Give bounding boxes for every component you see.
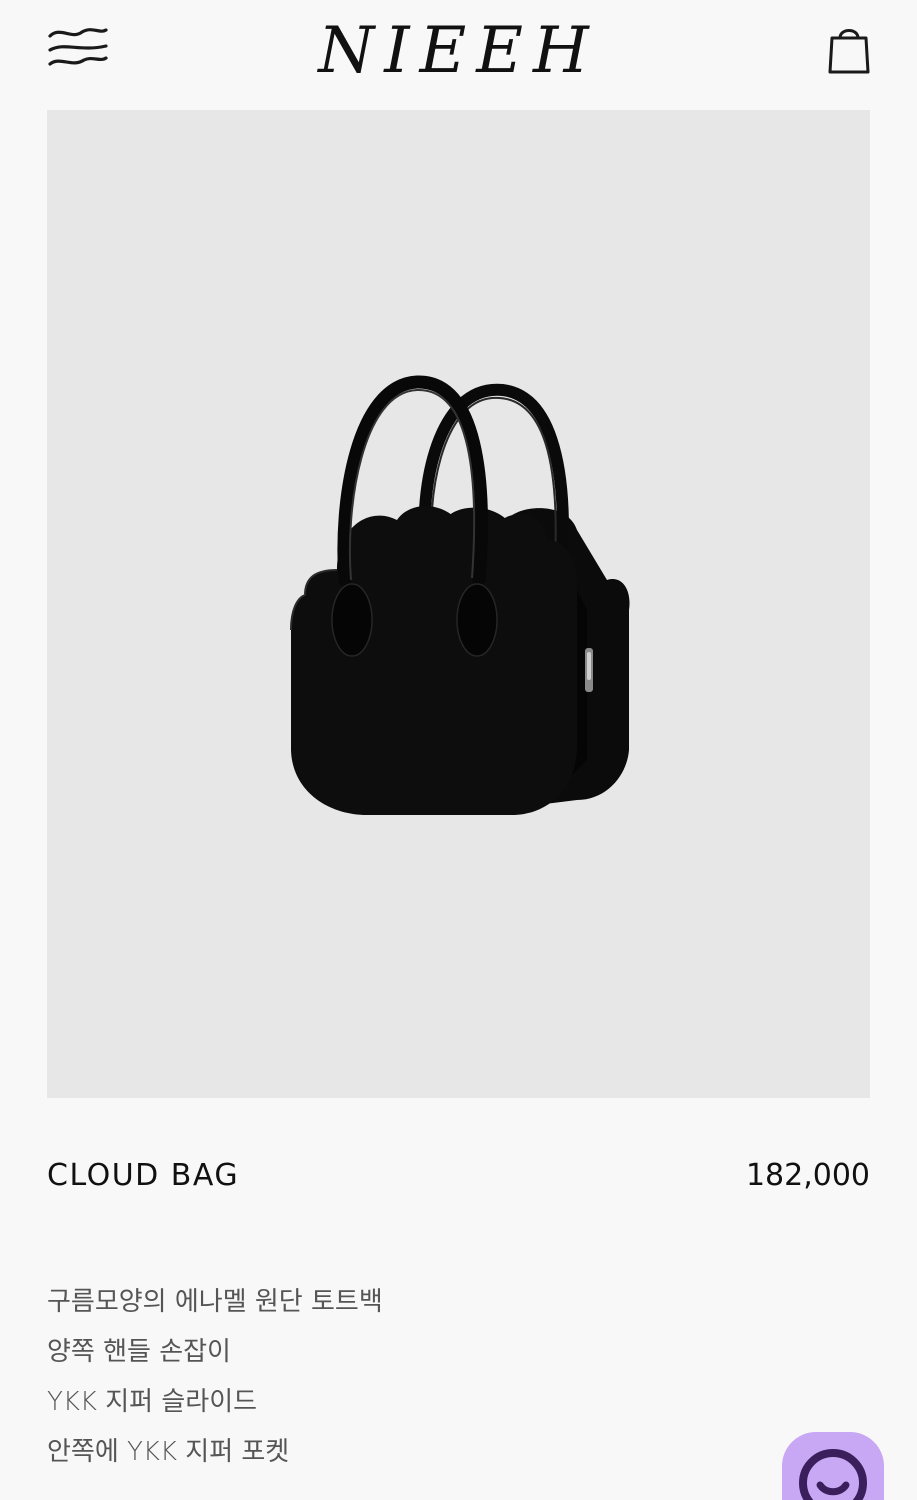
description-line: 구름모양의 에나멜 원단 토트백 <box>47 1287 383 1317</box>
brand-logo[interactable]: NIEEH <box>0 16 917 86</box>
description-line: YKK 지퍼 슬라이드 <box>47 1387 258 1417</box>
cart-button[interactable] <box>822 20 876 80</box>
description-line: 양쪽 핸들 손잡이 <box>47 1337 231 1367</box>
product-image[interactable] <box>47 110 870 1098</box>
chat-button[interactable] <box>782 1432 884 1500</box>
product-description: 구름모양의 에나멜 원단 토트백 양쪽 핸들 손잡이 YKK 지퍼 슬라이드 안… <box>47 1282 383 1482</box>
chat-smile-icon <box>799 1449 867 1500</box>
product-title: CLOUD BAG <box>47 1158 240 1193</box>
shopping-bag-icon <box>828 29 870 74</box>
product-price: 182,000 <box>745 1158 870 1193</box>
top-header: NIEEH <box>0 0 917 104</box>
cloud-bag-image <box>290 375 630 815</box>
product-page: NIEEH CLOUD BAG 182,000 구름모양의 에나멜 원단 토트백… <box>0 0 917 1500</box>
description-line: 안쪽에 YKK 지퍼 포켓 <box>47 1437 290 1467</box>
